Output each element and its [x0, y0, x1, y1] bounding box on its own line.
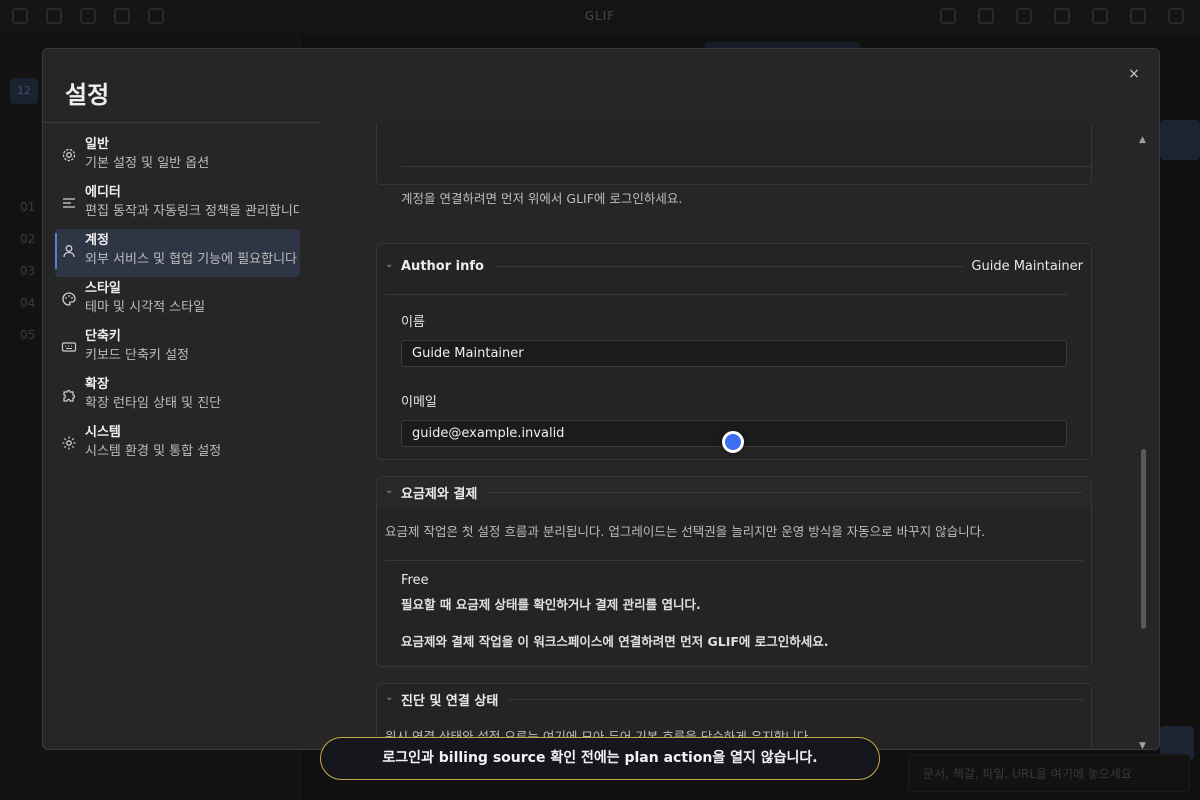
- nav-item-system[interactable]: 시스템 시스템 환경 및 통합 설정: [55, 421, 300, 469]
- header-line: [508, 698, 1083, 700]
- palette-icon: [62, 292, 76, 306]
- plan-name: Free: [401, 573, 429, 588]
- close-button[interactable]: ×: [1125, 65, 1143, 83]
- billing-login-note: 요금제와 결제 작업을 이 워크스페이스에 연결하려면 먼저 GLIF에 로그인…: [401, 634, 829, 649]
- nav-item-desc: 테마 및 시각적 스타일: [85, 300, 206, 315]
- nav-item-general[interactable]: 일반 기본 설정 및 일반 옵션: [55, 133, 300, 181]
- author-info-card: ⌄ Author info Guide Maintainer 이름 이메일: [376, 243, 1092, 460]
- email-label: 이메일: [401, 395, 437, 410]
- nav-item-desc: 외부 서비스 및 협업 기능에 필요합니다: [85, 252, 298, 267]
- nav-item-title: 시스템: [85, 425, 121, 440]
- nav-item-account[interactable]: 계정 외부 서비스 및 협업 기능에 필요합니다: [55, 229, 300, 277]
- nav-item-title: 확장: [85, 377, 109, 392]
- name-field[interactable]: [401, 340, 1067, 367]
- nav-item-title: 에디터: [85, 185, 121, 200]
- plan-desc: 필요할 때 요금제 상태를 확인하거나 결제 관리를 엽니다.: [401, 597, 701, 612]
- chevron-down-icon: ⌄: [385, 692, 394, 703]
- nav-item-extensions[interactable]: 확장 확장 런타임 상태 및 진단: [55, 373, 300, 421]
- nav-item-desc: 확장 런타임 상태 및 진단: [85, 396, 222, 411]
- nav-item-shortcuts[interactable]: 단축키 키보드 단축키 설정: [55, 325, 300, 373]
- settings-nav: 일반 기본 설정 및 일반 옵션 에디터 편집 동작과 자동링크 정책을 관리합…: [55, 133, 300, 469]
- scroll-up-arrow[interactable]: ▲: [1139, 135, 1146, 145]
- settings-dialog: 설정 × 일반 기본 설정 및 일반 옵션 에디터 편집 동작과 자동링크 정책…: [42, 48, 1160, 750]
- nav-divider: [43, 122, 322, 123]
- nav-item-desc: 기본 설정 및 일반 옵션: [85, 156, 210, 171]
- status-toast: 로그인과 billing source 확인 전에는 plan action을 …: [320, 737, 880, 780]
- nav-item-title: 스타일: [85, 281, 121, 296]
- header-line: [493, 265, 964, 267]
- name-label: 이름: [401, 315, 425, 330]
- keyboard-icon: [61, 342, 77, 352]
- scrollbar-thumb[interactable]: [1141, 449, 1146, 629]
- account-login-card: 계정을 연결하려면 먼저 위에서 GLIF에 로그인하세요.: [376, 123, 1092, 206]
- billing-title: 요금제와 결제: [401, 486, 478, 502]
- billing-card: ⌄ 요금제와 결제 요금제 작업은 첫 설정 흐름과 분리됩니다. 업그레이드는…: [376, 476, 1092, 667]
- scroll-down-arrow[interactable]: ▼: [1139, 741, 1146, 749]
- author-info-header[interactable]: ⌄ Author info Guide Maintainer: [377, 244, 1091, 288]
- billing-desc: 요금제 작업은 첫 설정 흐름과 분리됩니다. 업그레이드는 선택권을 늘리지만…: [385, 524, 986, 539]
- nav-item-style[interactable]: 스타일 테마 및 시각적 스타일: [55, 277, 300, 325]
- author-info-title: Author info: [401, 258, 484, 274]
- author-summary: Guide Maintainer: [971, 258, 1083, 274]
- nav-item-desc: 시스템 환경 및 통합 설정: [85, 444, 222, 459]
- lines-icon: [63, 198, 75, 208]
- card-separator: [401, 166, 1091, 167]
- gear-icon: [62, 148, 76, 162]
- nav-item-editor[interactable]: 에디터 편집 동작과 자동링크 정책을 관리합니다: [55, 181, 300, 229]
- nav-item-title: 일반: [85, 137, 109, 152]
- login-hint: 계정을 연결하려면 먼저 위에서 GLIF에 로그인하세요.: [401, 191, 683, 206]
- header-line: [487, 491, 1083, 493]
- chevron-down-icon: ⌄: [385, 485, 394, 496]
- billing-header[interactable]: ⌄ 요금제와 결제: [377, 477, 1091, 507]
- user-icon: [63, 245, 75, 258]
- diagnostics-header[interactable]: ⌄ 진단 및 연결 상태: [377, 684, 1091, 714]
- settings-icon: [62, 436, 76, 450]
- dialog-title: 설정: [65, 81, 110, 109]
- puzzle-icon: [63, 389, 76, 402]
- pointer-indicator: [722, 431, 744, 453]
- nav-item-title: 단축키: [85, 329, 121, 344]
- nav-item-desc: 편집 동작과 자동링크 정책을 관리합니다: [85, 204, 299, 219]
- diagnostics-title: 진단 및 연결 상태: [401, 693, 499, 709]
- nav-item-title: 계정: [85, 233, 109, 248]
- nav-item-desc: 키보드 단축키 설정: [85, 348, 189, 363]
- chevron-down-icon: ⌄: [385, 259, 394, 270]
